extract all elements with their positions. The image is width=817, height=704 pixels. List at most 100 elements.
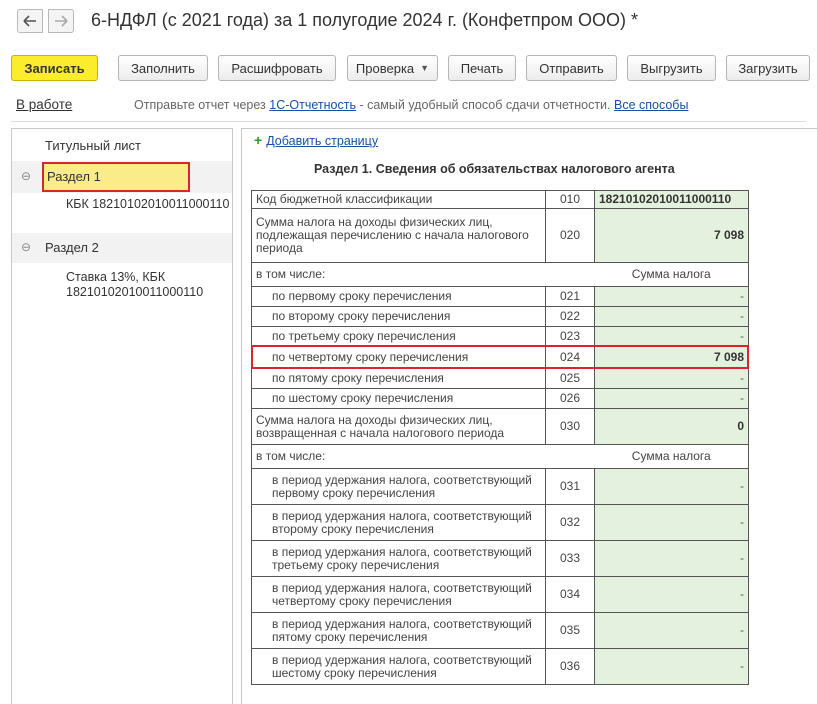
toolbar: Записать Заполнить Расшифровать Проверка… xyxy=(0,55,817,83)
section-heading: Раздел 1. Сведения об обязательствах нал… xyxy=(314,162,675,176)
row-value-034[interactable]: - xyxy=(594,576,749,613)
row-value-026[interactable]: - xyxy=(594,388,749,409)
check-button-label: Проверка xyxy=(355,60,415,76)
row-value-033[interactable]: - xyxy=(594,540,749,577)
row-value-024[interactable]: 7 098 xyxy=(594,346,749,369)
row-value-022[interactable]: - xyxy=(594,306,749,327)
row-value-021[interactable]: - xyxy=(594,286,749,307)
subheader-value-label: Сумма налога xyxy=(594,444,749,469)
row-label-030: Сумма налога на доходы физических лиц, в… xyxy=(251,408,546,445)
decode-button[interactable]: Расшифровать xyxy=(218,55,336,81)
row-value-020[interactable]: 7 098 xyxy=(594,208,749,263)
row-value-036[interactable]: - xyxy=(594,648,749,685)
row-code-032: 032 xyxy=(545,504,595,541)
add-page-label: Добавить страницу xyxy=(266,134,379,148)
export-button[interactable]: Выгрузить xyxy=(627,55,716,81)
row-code-031: 031 xyxy=(545,468,595,505)
tree-item-section2-line1: Ставка 13%, КБК xyxy=(66,270,166,284)
add-page-link[interactable]: + Добавить страницу xyxy=(254,132,378,148)
tree-item-section2[interactable]: ⊖ Раздел 2 xyxy=(12,233,232,263)
row-code-034: 034 xyxy=(545,576,595,613)
table-row: по третьему сроку перечисления 023- xyxy=(251,326,749,347)
row-value-035[interactable]: - xyxy=(594,612,749,649)
import-button[interactable]: Загрузить xyxy=(726,55,810,81)
row-code-020: 020 xyxy=(545,208,595,263)
divider xyxy=(11,121,806,122)
section1-table: Код бюджетной классификации 010 1821010201… xyxy=(251,190,749,685)
status-msg-middle: - самый удобный способ сдачи отчетности. xyxy=(355,98,614,112)
table-row: по шестому сроку перечисления 026- xyxy=(251,388,749,409)
table-row: в том числе: Сумма налога xyxy=(251,262,749,287)
table-row: по первому сроку перечисления 021- xyxy=(251,286,749,307)
collapse-icon[interactable]: ⊖ xyxy=(21,169,31,183)
row-value-031[interactable]: - xyxy=(594,468,749,505)
row-code-035: 035 xyxy=(545,612,595,649)
window-title: 6-НДФЛ (с 2021 года) за 1 полугодие 2024… xyxy=(91,10,638,30)
row-code-022: 022 xyxy=(545,306,595,327)
table-row: в период удержания налога, соответствующ… xyxy=(251,612,749,649)
row-code-036: 036 xyxy=(545,648,595,685)
status-state-link[interactable]: В работе xyxy=(16,97,72,112)
1c-reporting-link[interactable]: 1С-Отчетность xyxy=(269,98,356,112)
row-code-010: 010 xyxy=(545,190,595,209)
send-button[interactable]: Отправить xyxy=(526,55,617,81)
table-row: в период удержания налога, соответствующ… xyxy=(251,648,749,685)
all-methods-link[interactable]: Все способы xyxy=(614,98,688,112)
row-code-025: 025 xyxy=(545,368,595,389)
row-code-030: 030 xyxy=(545,408,595,445)
fill-button[interactable]: Заполнить xyxy=(118,55,208,81)
check-button[interactable]: Проверка ▼ xyxy=(347,55,438,81)
subheader-label: в том числе: xyxy=(251,444,595,469)
arrow-left-icon xyxy=(23,15,36,27)
title-bar: 6-НДФЛ (с 2021 года) за 1 полугодие 2024… xyxy=(0,0,817,40)
subheader-value-label: Сумма налога xyxy=(594,262,749,287)
row-label-024: по четвертому сроку перечисления xyxy=(251,346,546,369)
status-line: В работе Отправьте отчет через 1С-Отчетн… xyxy=(0,97,817,117)
subheader-label: в том числе: xyxy=(251,262,595,287)
row-label-010: Код бюджетной классификации xyxy=(251,190,546,209)
row-label-021: по первому сроку перечисления xyxy=(251,286,546,307)
row-label-022: по второму сроку перечисления xyxy=(251,306,546,327)
row-label-033: в период удержания налога, соответствующ… xyxy=(251,540,546,577)
collapse-icon[interactable]: ⊖ xyxy=(21,240,31,254)
row-label-023: по третьему сроку перечисления xyxy=(251,326,546,347)
table-row: в период удержания налога, соответствующ… xyxy=(251,540,749,577)
row-label-031: в период удержания налога, соответствующ… xyxy=(251,468,546,505)
row-code-023: 023 xyxy=(545,326,595,347)
row-value-025[interactable]: - xyxy=(594,368,749,389)
tree-item-section2-rate[interactable]: Ставка 13%, КБК 18210102010011000110 xyxy=(66,270,232,299)
row-value-010[interactable]: 18210102010011000110 xyxy=(594,190,749,209)
back-button[interactable] xyxy=(17,9,43,33)
table-row: в период удержания налога, соответствующ… xyxy=(251,576,749,613)
forward-button[interactable] xyxy=(48,9,74,33)
table-row: Код бюджетной классификации 010 1821010201… xyxy=(251,190,749,209)
row-value-032[interactable]: - xyxy=(594,504,749,541)
save-button[interactable]: Записать xyxy=(11,55,98,81)
tree-item-section1[interactable]: ⊖ Раздел 1 xyxy=(12,161,232,193)
table-row: по пятому сроку перечисления 025- xyxy=(251,368,749,389)
table-row: по четвертому сроку перечисления 024 7 098 xyxy=(251,346,749,369)
row-label-020: Сумма налога на доходы физических лиц, п… xyxy=(251,208,546,263)
row-code-021: 021 xyxy=(545,286,595,307)
tree-item-section1-label: Раздел 1 xyxy=(42,162,190,192)
row-value-023[interactable]: - xyxy=(594,326,749,347)
status-message: Отправьте отчет через 1С-Отчетность - са… xyxy=(134,98,688,112)
row-label-035: в период удержания налога, соответствующ… xyxy=(251,612,546,649)
table-row: Сумма налога на доходы физических лиц, п… xyxy=(251,208,749,263)
sections-tree: Титульный лист ⊖ Раздел 1 КБК 1821010201… xyxy=(11,128,233,704)
tree-item-title-page[interactable]: Титульный лист xyxy=(45,138,232,153)
row-label-032: в период удержания налога, соответствующ… xyxy=(251,504,546,541)
print-button[interactable]: Печать xyxy=(448,55,516,81)
row-label-034: в период удержания налога, соответствующ… xyxy=(251,576,546,613)
table-row: в период удержания налога, соответствующ… xyxy=(251,468,749,505)
form-panel: + Добавить страницу Раздел 1. Сведения об… xyxy=(241,128,817,704)
tree-item-section2-label: Раздел 2 xyxy=(45,240,99,255)
table-row: по второму сроку перечисления 022- xyxy=(251,306,749,327)
table-row: Сумма налога на доходы физических лиц, в… xyxy=(251,408,749,445)
row-code-033: 033 xyxy=(545,540,595,577)
row-label-025: по пятому сроку перечисления xyxy=(251,368,546,389)
row-code-024: 024 xyxy=(545,346,595,369)
row-value-030[interactable]: 0 xyxy=(594,408,749,445)
table-row: в период удержания налога, соответствующ… xyxy=(251,504,749,541)
tree-item-section1-kbk[interactable]: КБК 18210102010011000110 xyxy=(66,197,232,211)
